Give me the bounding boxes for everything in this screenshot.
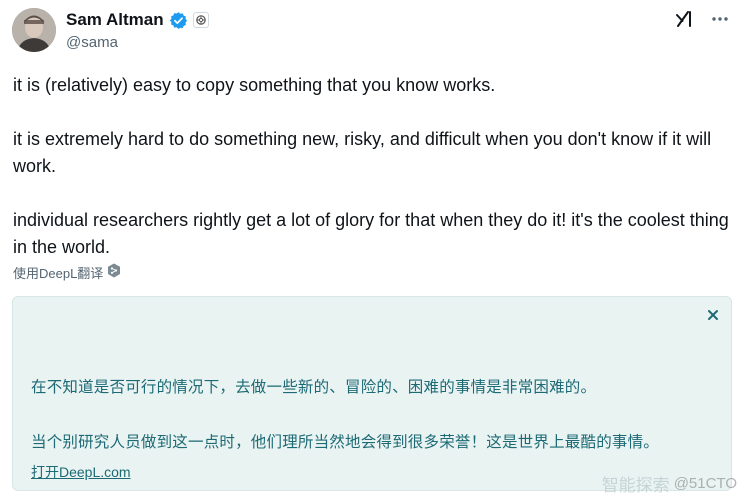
watermark-brand: @51CTO — [673, 475, 737, 492]
author-handle[interactable]: @sama — [66, 34, 118, 51]
verified-badge-icon[interactable] — [169, 11, 188, 30]
translate-with-deepl-link[interactable]: 使用DeepL翻译 — [13, 263, 121, 281]
translation-panel: 在不知道是否可行的情况下，去做一些新的、冒险的、困难的事情是非常困难的。 当个别… — [12, 296, 732, 491]
openai-affiliation-icon[interactable] — [192, 12, 209, 28]
translation-line-1: 在不知道是否可行的情况下，去做一些新的、冒险的、困难的事情是非常困难的。 — [31, 378, 597, 396]
more-icon[interactable] — [709, 8, 731, 30]
tweet-paragraph-2: it is extremely hard to do something new… — [13, 129, 712, 176]
watermark: 智能探索 @51CTO — [602, 471, 737, 496]
close-icon — [708, 310, 718, 320]
close-translation-button[interactable] — [705, 307, 721, 323]
tweet-paragraph-1: it is (relatively) easy to copy somethin… — [13, 75, 496, 95]
tweet-top-actions — [673, 8, 731, 30]
tweet-paragraph-3: individual researchers rightly get a lot… — [13, 210, 729, 257]
author-display-name[interactable]: Sam Altman — [66, 10, 164, 30]
watermark-faded-text: 智能探索 — [601, 476, 670, 495]
avatar[interactable] — [12, 8, 56, 52]
grok-icon[interactable] — [673, 8, 695, 30]
author-name-row: Sam Altman — [66, 10, 209, 30]
deepl-icon — [107, 263, 121, 281]
open-deepl-link[interactable]: 打开DeepL.com — [31, 462, 131, 482]
translation-line-2: 当个别研究人员做到这一点时，他们理所当然地会得到很多荣誉！这是世界上最酷的事情。 — [31, 433, 660, 451]
avatar-photo — [12, 8, 56, 52]
translate-link-label: 使用DeepL翻译 — [13, 265, 104, 281]
tweet-text: it is (relatively) easy to copy somethin… — [13, 72, 733, 261]
